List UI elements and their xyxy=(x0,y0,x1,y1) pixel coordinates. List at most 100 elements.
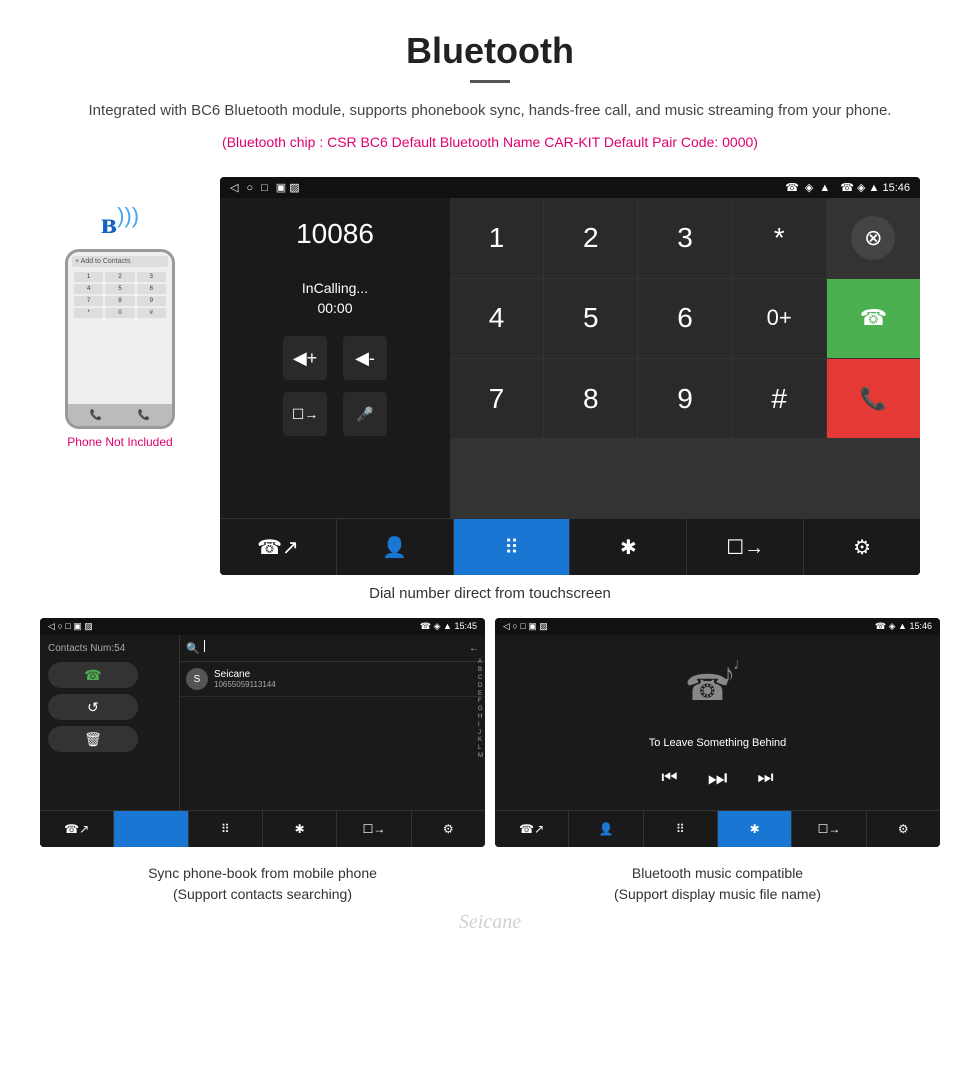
dial-content: 10086 InCalling... 00:00 ◀+ ◀- ☐→ 🎤 1 xyxy=(220,198,920,518)
page-description: Integrated with BC6 Bluetooth module, su… xyxy=(40,99,940,123)
svg-text:♩: ♩ xyxy=(733,656,749,673)
key-1[interactable]: 1 xyxy=(450,198,543,277)
phone-key-2[interactable]: 2 xyxy=(105,272,134,282)
alpha-C[interactable]: C xyxy=(478,675,483,683)
page-header: Bluetooth Integrated with BC6 Bluetooth … xyxy=(0,0,980,177)
music-content: ☎ ♪ ♩ To Leave Something Behind ⏮ ⏭ ⏭ xyxy=(495,635,940,810)
prev-track-button[interactable]: ⏮ xyxy=(661,767,677,788)
music-nav-bluetooth[interactable]: ✱ xyxy=(718,811,792,847)
nav-call-log[interactable]: ☎↗ xyxy=(220,519,337,575)
nav-bluetooth[interactable]: ✱ xyxy=(570,519,687,575)
contacts-search-bar: 🔍 ← xyxy=(180,635,485,662)
key-hash[interactable]: # xyxy=(733,359,826,438)
alpha-L[interactable]: L xyxy=(478,745,483,753)
alpha-F[interactable]: F xyxy=(478,698,483,706)
music-nav-transfer[interactable]: ☐→ xyxy=(792,811,866,847)
music-caption: Bluetooth music compatible (Support disp… xyxy=(495,863,940,905)
extra-buttons: ☐→ 🎤 xyxy=(283,392,387,436)
status-right-icons: ☎ ◈ ▲ ☎ ◈ ▲ 15:46 xyxy=(785,181,910,194)
contacts-bottom-nav: ☎↗ 👤 ⠿ ✱ ☐→ ⚙ xyxy=(40,810,485,847)
music-nav-settings[interactable]: ⚙ xyxy=(867,811,940,847)
key-0plus[interactable]: 0+ xyxy=(733,279,826,358)
phone-key-5[interactable]: 5 xyxy=(105,284,134,294)
phone-key-0[interactable]: 0 xyxy=(105,308,134,318)
alpha-D[interactable]: D xyxy=(478,683,483,691)
phone-key-7[interactable]: 7 xyxy=(74,296,103,306)
phone-key-1[interactable]: 1 xyxy=(74,272,103,282)
title-divider xyxy=(470,80,510,83)
dial-bottom-nav: ☎↗ 👤 ⠿ ✱ ☐→ ⚙ xyxy=(220,518,920,575)
alpha-J[interactable]: J xyxy=(478,730,483,738)
music-nav-grid[interactable]: ⠿ xyxy=(644,811,718,847)
vol-up-button[interactable]: ◀+ xyxy=(283,336,327,380)
volume-buttons: ◀+ ◀- xyxy=(283,336,387,380)
end-call-button[interactable]: 📞 xyxy=(827,359,920,438)
key-star[interactable]: * xyxy=(733,198,826,277)
contacts-nav-transfer[interactable]: ☐→ xyxy=(337,811,411,847)
bt-waves-icon: ))) xyxy=(117,203,139,229)
transfer-button[interactable]: ☐→ xyxy=(283,392,327,436)
phone-key-star[interactable]: * xyxy=(74,308,103,318)
refresh-contacts-btn[interactable]: ↺ xyxy=(48,694,138,720)
alpha-H[interactable]: H xyxy=(478,714,483,722)
alphabet-sidebar: A B C D E F G H I J K L M xyxy=(478,659,483,760)
music-nav-call[interactable]: ☎↗ xyxy=(495,811,569,847)
play-pause-button[interactable]: ⏭ xyxy=(708,765,728,791)
key-9[interactable]: 9 xyxy=(638,359,731,438)
alpha-E[interactable]: E xyxy=(478,691,483,699)
key-6[interactable]: 6 xyxy=(638,279,731,358)
nav-settings[interactable]: ⚙ xyxy=(804,519,920,575)
contacts-nav-people[interactable]: 👤 xyxy=(114,811,188,847)
contacts-status-left: ◁ ○ □ ▣ ▨ xyxy=(48,621,93,632)
delete-contact-btn[interactable]: 🗑 xyxy=(48,726,138,752)
music-art-icon: ☎ ♪ ♩ xyxy=(683,655,753,725)
phone-key-3[interactable]: 3 xyxy=(137,272,166,282)
bottom-screens: ◁ ○ □ ▣ ▨ ☎ ◈ ▲ 15:45 Contacts Num:54 ☎ … xyxy=(0,618,980,847)
call-contact-btn[interactable]: ☎ xyxy=(48,662,138,688)
contact-item-seicane[interactable]: S Seicane 10655059113144 xyxy=(180,662,485,697)
phone-key-hash[interactable]: # xyxy=(137,308,166,318)
music-nav-contacts[interactable]: 👤 xyxy=(569,811,643,847)
recents-icon: □ xyxy=(261,182,268,194)
key-2[interactable]: 2 xyxy=(544,198,637,277)
dial-caption: Dial number direct from touchscreen xyxy=(0,585,980,602)
nav-transfer[interactable]: ☐→ xyxy=(687,519,804,575)
key-5[interactable]: 5 xyxy=(544,279,637,358)
alpha-G[interactable]: G xyxy=(478,706,483,714)
nav-contacts[interactable]: 👤 xyxy=(337,519,454,575)
nav-dialpad[interactable]: ⠿ xyxy=(454,519,571,575)
dial-screen: ◁ ○ □ ▣ ▨ ☎ ◈ ▲ ☎ ◈ ▲ 15:46 10086 InCall… xyxy=(220,177,920,575)
contact-name: Seicane xyxy=(214,669,276,680)
key-7[interactable]: 7 xyxy=(450,359,543,438)
dial-keypad: 1 2 3 * ⊗ 4 5 6 0+ ☎ 7 8 9 # 📞 xyxy=(450,198,920,518)
key-8[interactable]: 8 xyxy=(544,359,637,438)
mute-button[interactable]: 🎤 xyxy=(343,392,387,436)
key-4[interactable]: 4 xyxy=(450,279,543,358)
music-status-left: ◁ ○ □ ▣ ▨ xyxy=(503,621,548,632)
phone-key-6[interactable]: 6 xyxy=(137,284,166,294)
phone-key-8[interactable]: 8 xyxy=(105,296,134,306)
key-3[interactable]: 3 xyxy=(638,198,731,277)
vol-down-button[interactable]: ◀- xyxy=(343,336,387,380)
status-left-icons: ◁ ○ □ ▣ ▨ xyxy=(230,181,300,194)
phone-key-9[interactable]: 9 xyxy=(137,296,166,306)
alpha-M[interactable]: M xyxy=(478,753,483,761)
phone-key-4[interactable]: 4 xyxy=(74,284,103,294)
call-button[interactable]: ☎ xyxy=(827,279,920,358)
alpha-A[interactable]: A xyxy=(478,659,483,667)
contacts-nav-call[interactable]: ☎↗ xyxy=(40,811,114,847)
contacts-nav-settings[interactable]: ⚙ xyxy=(412,811,485,847)
backspace-button[interactable]: ⊗ xyxy=(851,216,895,260)
dial-left-panel: 10086 InCalling... 00:00 ◀+ ◀- ☐→ 🎤 xyxy=(220,198,450,518)
next-track-button[interactable]: ⏭ xyxy=(757,767,773,788)
dial-status-bar: ◁ ○ □ ▣ ▨ ☎ ◈ ▲ ☎ ◈ ▲ 15:46 xyxy=(220,177,920,198)
dial-section: ʙ ))) + Add to Contacts 1 2 3 4 5 6 7 8 … xyxy=(0,177,980,575)
alpha-B[interactable]: B xyxy=(478,667,483,675)
alpha-K[interactable]: K xyxy=(478,737,483,745)
dialed-number: 10086 xyxy=(296,218,374,250)
contacts-nav-bt[interactable]: ✱ xyxy=(263,811,337,847)
contact-number: 10655059113144 xyxy=(214,680,276,689)
alpha-I[interactable]: I xyxy=(478,722,483,730)
contacts-caption-sub: (Support contacts searching) xyxy=(173,886,352,902)
contacts-nav-grid[interactable]: ⠿ xyxy=(189,811,263,847)
